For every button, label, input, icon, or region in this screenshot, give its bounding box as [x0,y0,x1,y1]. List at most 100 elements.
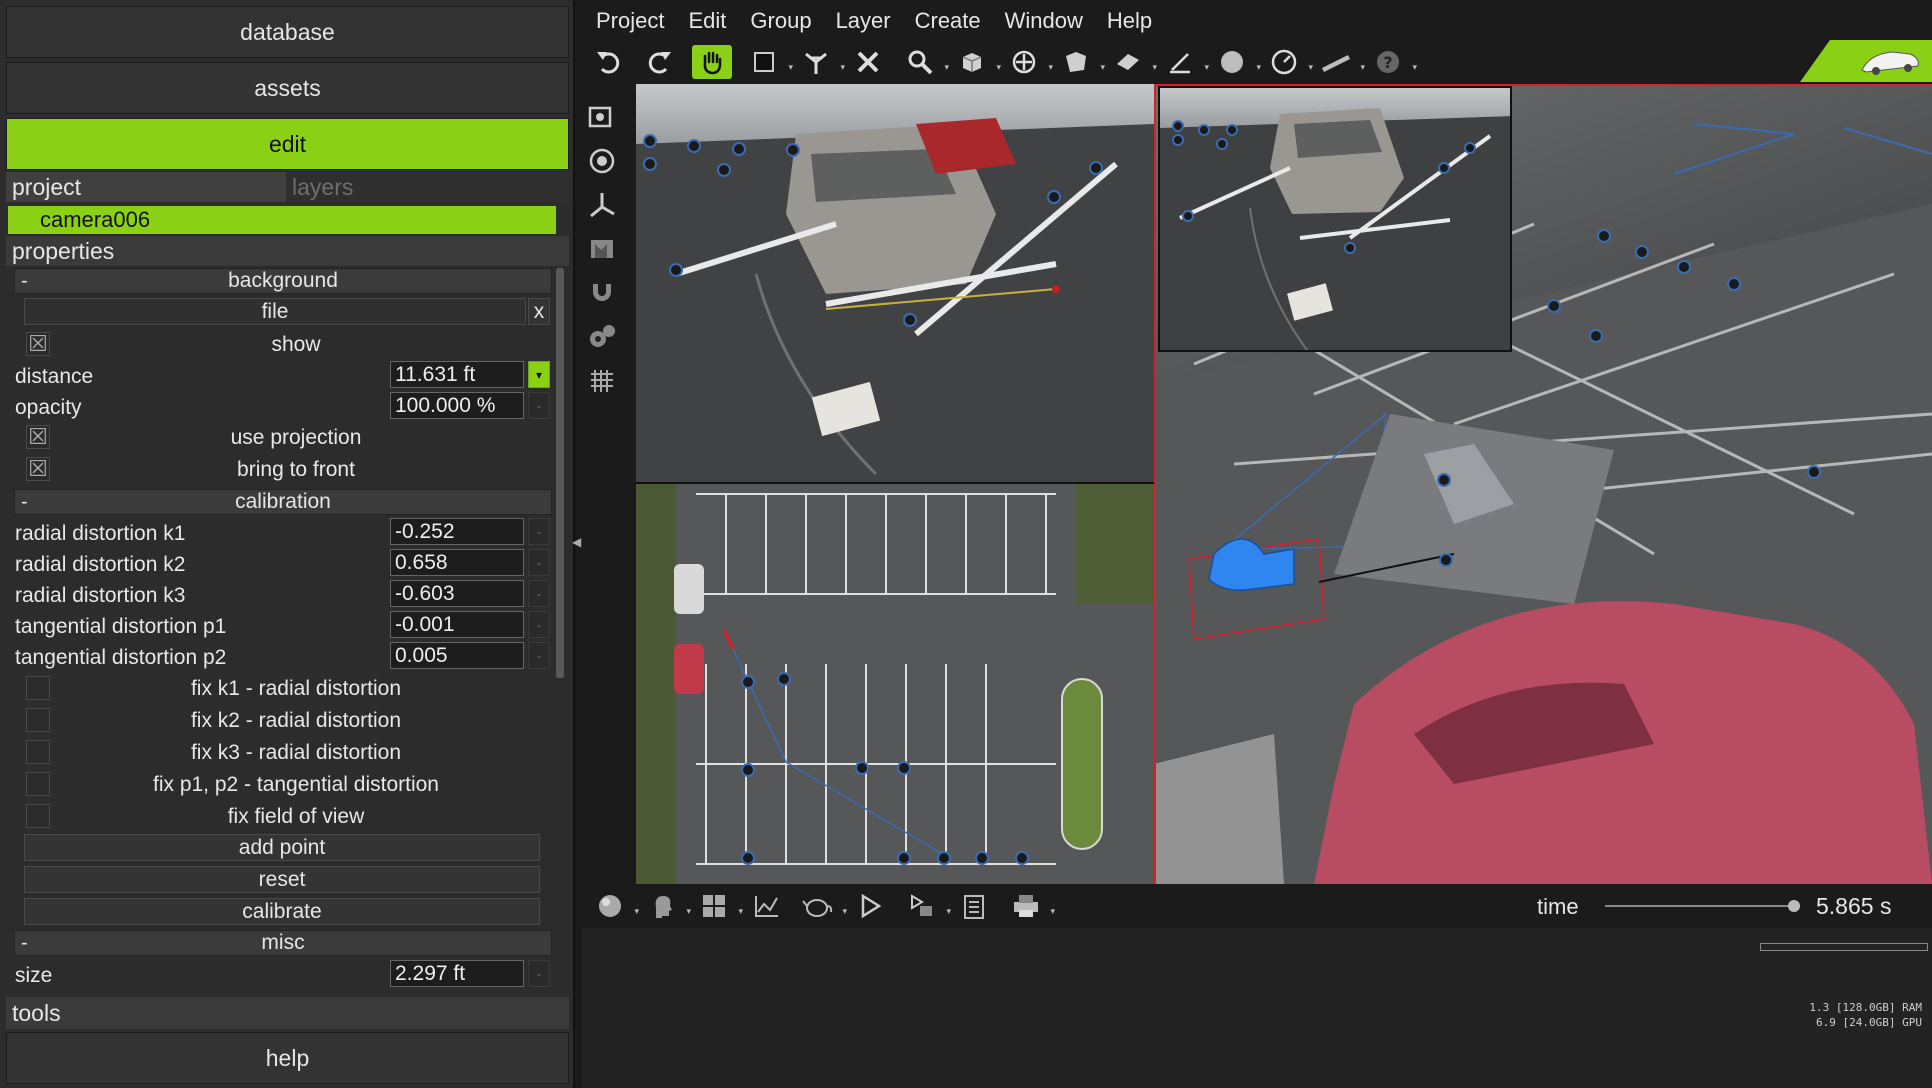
camera-icon[interactable] [580,98,624,136]
show-label: show [271,333,321,356]
p2-field[interactable]: 0.005 [390,642,524,669]
fix-k3-checkbox[interactable] [26,740,50,764]
bring-to-front-checkbox[interactable]: ☒ [26,457,50,481]
clipboard-icon[interactable] [954,889,994,923]
left-panel: database assets edit project layers came… [0,0,575,1088]
collapse-icon[interactable]: - [21,270,28,293]
calibration-section-header[interactable]: - calibration [14,489,552,515]
database-button[interactable]: database [6,6,569,58]
distance-dropdown[interactable]: ▾ [528,361,550,388]
fix-p1p2-checkbox[interactable] [26,772,50,796]
k2-field[interactable]: 0.658 [390,549,524,576]
select-box-icon[interactable]: ▾ [744,45,793,79]
misc-section-header[interactable]: - misc [14,930,552,956]
polygon-icon[interactable]: ▾ [1056,45,1105,79]
sphere-icon[interactable]: ▾ [1212,45,1261,79]
p1-stepper[interactable]: - [528,611,550,638]
camera-photo-view[interactable] [636,84,1154,482]
size-stepper[interactable]: - [528,960,550,987]
opacity-field[interactable]: 100.000 % [390,392,524,419]
tab-layers[interactable]: layers [286,172,569,202]
teapot-icon[interactable]: ▾ [798,889,847,923]
axes-icon[interactable] [580,186,624,224]
background-section-header[interactable]: - background [14,268,552,294]
aerial-view[interactable] [636,484,1154,884]
collapse-panel-icon[interactable]: ◀ [572,535,581,549]
opacity-label: opacity [15,396,82,419]
collapse-icon[interactable]: - [21,932,28,955]
k3-field[interactable]: -0.603 [390,580,524,607]
cube-icon[interactable]: ▾ [952,45,1001,79]
hand-pan-icon[interactable] [692,45,732,79]
chevron-down-icon: ▾ [535,367,543,382]
film-icon[interactable] [580,230,624,268]
svg-text:?: ? [1383,53,1392,72]
print-icon[interactable]: ▾ [1006,889,1055,923]
help-button[interactable]: help [6,1032,569,1084]
head-icon[interactable]: ▾ [642,889,691,923]
show-checkbox[interactable]: ☒ [26,332,50,356]
menu-layer[interactable]: Layer [836,8,891,34]
properties-scrollbar[interactable] [556,268,564,678]
pin-tool-icon[interactable]: ▾ [796,45,845,79]
k1-field[interactable]: -0.252 [390,518,524,545]
app-window: database assets edit project layers came… [0,0,1932,1088]
time-value: 5.865 s [1816,893,1892,919]
menu-project[interactable]: Project [596,8,664,34]
plane-icon[interactable]: ▾ [1108,45,1157,79]
graph-icon[interactable] [746,889,786,923]
sphere-shading-icon[interactable]: ▾ [590,889,639,923]
menu-window[interactable]: Window [1005,8,1083,34]
reset-button[interactable]: reset [24,866,540,893]
delete-icon[interactable] [848,45,888,79]
undo-icon[interactable] [588,45,628,79]
k2-stepper[interactable]: - [528,549,550,576]
calibrate-button[interactable]: calibrate [24,898,540,925]
ruler-icon[interactable]: ▾ [1316,45,1365,79]
k1-stepper[interactable]: - [528,518,550,545]
menu-help[interactable]: Help [1107,8,1152,34]
record-icon[interactable]: ▾ [902,889,951,923]
menu-group[interactable]: Group [750,8,811,34]
fix-k2-checkbox[interactable] [26,708,50,732]
play-icon[interactable] [850,889,890,923]
edit-button[interactable]: edit [6,118,569,170]
magnet-icon[interactable] [580,274,624,312]
time-slider[interactable] [1605,905,1800,907]
3d-viewport[interactable] [636,84,1932,884]
selected-object[interactable]: camera006 [8,206,556,234]
collapse-icon[interactable]: - [21,491,28,514]
menu-edit[interactable]: Edit [688,8,726,34]
use-projection-checkbox[interactable]: ☒ [26,425,50,449]
move-gizmo-icon[interactable]: ▾ [1004,45,1053,79]
grid-icon[interactable] [580,362,624,400]
help-icon[interactable]: ? ▾ [1368,45,1417,79]
fix-fov-label: fix field of view [227,805,365,828]
opacity-stepper[interactable]: - [528,392,550,419]
size-field[interactable]: 2.297 ft [390,960,524,987]
target-icon[interactable] [580,142,624,180]
tab-project[interactable]: project [6,172,286,202]
fix-k1-checkbox[interactable] [26,676,50,700]
redo-icon[interactable] [640,45,680,79]
tools-header[interactable]: tools [6,997,569,1029]
p1-field[interactable]: -0.001 [390,611,524,638]
fix-fov-checkbox[interactable] [26,804,50,828]
distance-field[interactable]: 11.631 ft [390,361,524,388]
add-point-button[interactable]: add point [24,834,540,861]
measure-icon[interactable]: ▾ [1160,45,1209,79]
time-slider-handle[interactable] [1788,900,1800,912]
k3-stepper[interactable]: - [528,580,550,607]
gauge-icon[interactable]: ▾ [1264,45,1313,79]
file-button[interactable]: file [24,298,526,325]
menu-bar: Project Edit Group Layer Create Window H… [578,0,1932,42]
file-clear-button[interactable]: x [528,298,550,325]
assets-button[interactable]: assets [6,62,569,114]
zoom-icon[interactable]: ▾ [900,45,949,79]
p2-stepper[interactable]: - [528,642,550,669]
inset-photo-view[interactable] [1158,86,1512,352]
layout-icon[interactable]: ▾ [694,889,743,923]
k1-label: radial distortion k1 [15,522,186,545]
menu-create[interactable]: Create [915,8,981,34]
gear-cog-icon[interactable] [580,318,624,356]
